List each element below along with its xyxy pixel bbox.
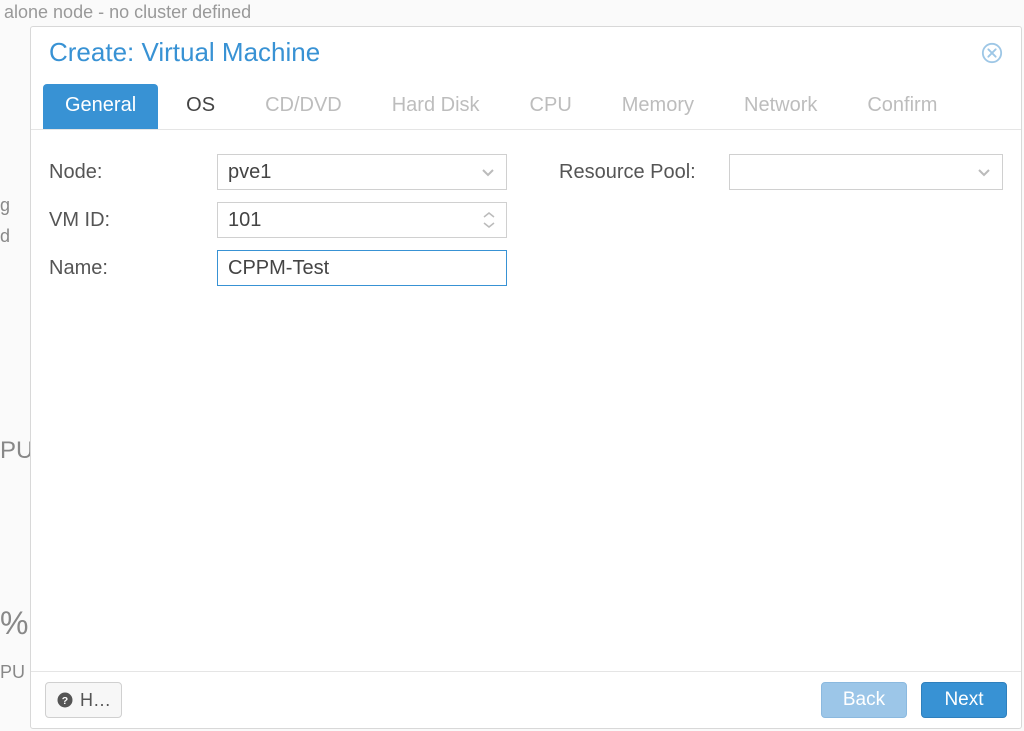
chevron-up-icon xyxy=(482,210,496,220)
wizard-tabbar: General OS CD/DVD Hard Disk CPU Memory N… xyxy=(31,74,1021,130)
tab-confirm: Confirm xyxy=(845,84,959,129)
tab-harddisk: Hard Disk xyxy=(370,84,502,129)
field-row-pool: Resource Pool: xyxy=(559,154,1003,190)
tab-os[interactable]: OS xyxy=(164,84,237,129)
create-vm-dialog: Create: Virtual Machine General OS CD/DV… xyxy=(30,26,1022,729)
tab-cpu: CPU xyxy=(508,84,594,129)
form-left-column: Node: pve1 VM ID: 101 xyxy=(49,154,519,671)
dialog-title: Create: Virtual Machine xyxy=(49,37,320,68)
tab-cddvd: CD/DVD xyxy=(243,84,364,129)
footer-buttons: Back Next xyxy=(821,682,1007,718)
back-button[interactable]: Back xyxy=(821,682,907,718)
field-row-node: Node: pve1 xyxy=(49,154,519,190)
dialog-footer: ? H… Back Next xyxy=(31,671,1021,728)
tab-network: Network xyxy=(722,84,839,129)
node-combobox[interactable]: pve1 xyxy=(217,154,507,190)
svg-text:?: ? xyxy=(62,695,68,707)
pool-dropdown-trigger[interactable] xyxy=(974,155,994,189)
node-value: pve1 xyxy=(228,161,271,184)
next-button[interactable]: Next xyxy=(921,682,1007,718)
chevron-down-icon xyxy=(480,164,496,180)
help-button[interactable]: ? H… xyxy=(45,682,122,718)
vmid-spinner[interactable]: 101 xyxy=(217,202,507,238)
name-input[interactable]: CPPM-Test xyxy=(217,250,507,286)
vmid-label: VM ID: xyxy=(49,209,217,232)
vmid-value: 101 xyxy=(228,209,261,232)
vmid-spinner-buttons[interactable] xyxy=(482,205,500,235)
name-value: CPPM-Test xyxy=(228,257,329,280)
background-sidebar: g d PU % PU xyxy=(0,140,30,693)
dialog-header: Create: Virtual Machine xyxy=(31,27,1021,74)
node-label: Node: xyxy=(49,161,217,184)
close-icon xyxy=(981,42,1003,64)
pool-combobox[interactable] xyxy=(729,154,1003,190)
node-dropdown-trigger[interactable] xyxy=(478,155,498,189)
field-row-name: Name: CPPM-Test xyxy=(49,250,519,286)
cluster-status-text: alone node - no cluster defined xyxy=(4,2,251,23)
close-button[interactable] xyxy=(981,42,1003,64)
help-icon: ? xyxy=(56,691,74,709)
form-area: Node: pve1 VM ID: 101 xyxy=(31,130,1021,671)
chevron-down-icon xyxy=(482,220,496,230)
form-right-column: Resource Pool: xyxy=(559,154,1003,671)
name-label: Name: xyxy=(49,257,217,280)
help-label: H… xyxy=(80,690,111,711)
tab-memory: Memory xyxy=(600,84,716,129)
tab-general[interactable]: General xyxy=(43,84,158,129)
field-row-vmid: VM ID: 101 xyxy=(49,202,519,238)
chevron-down-icon xyxy=(976,164,992,180)
pool-label: Resource Pool: xyxy=(559,161,729,184)
